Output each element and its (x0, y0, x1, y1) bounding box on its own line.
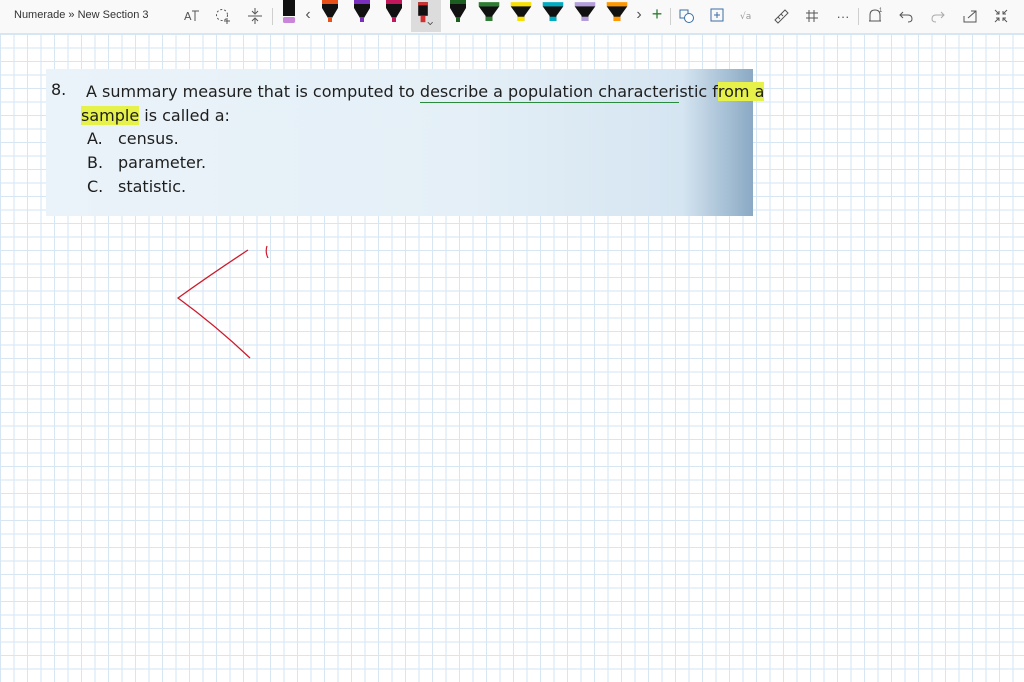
ink-layer (176, 245, 269, 359)
ink-stroke-bracket (176, 249, 251, 359)
ink-stroke-mark (265, 245, 269, 259)
